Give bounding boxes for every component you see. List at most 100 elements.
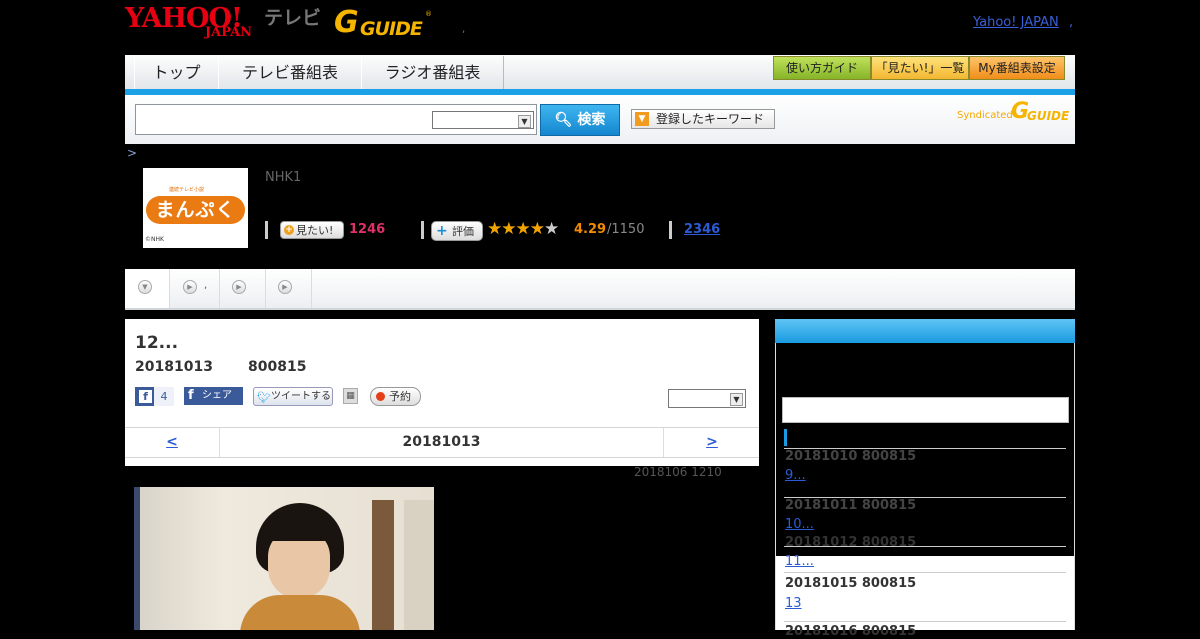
episode-title: 12...	[135, 333, 179, 353]
review-count-link[interactable]: 2346	[684, 222, 720, 237]
tweet-button[interactable]: 🐦︎ ツイートする	[253, 387, 333, 406]
divider	[421, 221, 424, 239]
facebook-icon: f	[139, 390, 152, 403]
thumbnail-title: まんぷく	[146, 196, 245, 224]
thumbnail-subtitle: 連続テレビ小説	[169, 187, 205, 193]
search-button-label: 検索	[577, 112, 606, 128]
play-arrow-icon: ▶	[183, 280, 197, 294]
program-thumbnail[interactable]: 連続テレビ小説 まんぷく ©NHK	[143, 168, 248, 248]
syndicated-label: Syndicated	[957, 110, 1013, 121]
related-item-date: 20181011 800815	[785, 498, 917, 513]
syndicated-guide-logo: GUIDE	[1027, 109, 1070, 123]
related-item-date: 20181010 800815	[785, 449, 917, 464]
search-icon: 🔍︎	[554, 112, 573, 128]
related-panel-header	[775, 319, 1075, 343]
tv-logo-text: テレビ	[264, 7, 322, 29]
divider	[669, 221, 672, 239]
twitter-bird-icon: 🐦︎	[257, 391, 271, 404]
section-marker	[784, 429, 787, 446]
mitai-count: 1246	[349, 222, 386, 237]
like-count: 4	[154, 387, 174, 406]
channel-name: NHK1	[265, 170, 302, 185]
tweet-label: ツイートする	[271, 391, 331, 402]
breadcrumb[interactable]: >	[127, 146, 137, 160]
related-item-link[interactable]: 10...	[785, 517, 814, 532]
gguide-logo[interactable]: G GUIDE ®	[334, 6, 434, 42]
japan-logo-text: JAPAN	[205, 25, 253, 40]
reserve-button[interactable]: 予約	[370, 387, 421, 406]
facebook-icon: f	[188, 388, 194, 403]
nav-tab-tv-guide[interactable]: テレビ番組表	[218, 56, 362, 89]
episode-date: 20181013	[135, 359, 213, 375]
related-item-date: 20181012 800815	[785, 535, 917, 550]
triangle-down-icon: ▼	[635, 112, 649, 126]
related-panel-body: 20181010 800815 9... 20181011 800815 10.…	[775, 343, 1075, 556]
header-separator-2: ,	[1069, 15, 1074, 30]
chevron-down-icon: ▼	[138, 280, 152, 294]
episode-time: 800815	[248, 359, 307, 375]
divider	[265, 221, 268, 239]
search-button[interactable]: 🔍︎ 検索	[540, 104, 620, 136]
nav-tab-radio-guide[interactable]: ラジオ番組表	[361, 56, 504, 89]
related-item-link[interactable]: 11...	[785, 554, 814, 569]
chevron-down-icon: ▼	[730, 393, 743, 406]
episode-panel: 12... 20181013 800815 f 4 f シェア 🐦︎ ツイートす…	[125, 319, 759, 466]
nav-tab-top[interactable]: トップ	[134, 56, 219, 89]
global-nav-bar: トップ テレビ番組表 ラジオ番組表 使い方ガイド 「見たい!」一覧 My番組表設…	[125, 55, 1075, 90]
reserve-label: 予約	[389, 390, 411, 403]
related-item-date: 20181016 800815	[785, 624, 917, 639]
update-timestamp: 2018106 1210	[634, 465, 722, 479]
how-to-guide-button[interactable]: 使い方ガイド	[773, 56, 871, 80]
related-panel-input[interactable]	[782, 397, 1069, 423]
mitai-button[interactable]: + 見たい!	[280, 221, 344, 239]
play-arrow-icon: ▶	[278, 280, 292, 294]
star-rating-icon: ★★★★★	[487, 219, 559, 239]
mitai-list-button[interactable]: 「見たい!」一覧	[871, 56, 969, 80]
registered-mark: ®	[425, 10, 432, 18]
rating-count: /1150	[607, 222, 645, 237]
related-panel-lower: 20181012 800815 11... 20181015 800815 13…	[775, 535, 1075, 639]
scene-photo	[134, 487, 434, 630]
rating-score: 4.29	[574, 222, 607, 237]
program-subtab-bar: ▼ ▶ , ▶ ▶	[125, 269, 1075, 310]
subtab-1[interactable]: ▼	[125, 269, 170, 308]
episode-date-nav: < 20181013 >	[125, 427, 759, 458]
star-empty-icon: ★	[543, 219, 559, 239]
yahoo-japan-link[interactable]: Yahoo! JAPAN	[973, 15, 1059, 31]
subtab-2-label: ,	[204, 280, 208, 291]
subtab-4[interactable]: ▶	[266, 269, 312, 308]
search-category-select[interactable]: ▼	[432, 111, 534, 129]
thumbnail-credit: ©NHK	[145, 236, 164, 243]
calendar-add-icon[interactable]: ▦	[343, 388, 358, 404]
registered-keywords-label: 登録したキーワード	[656, 112, 765, 126]
yahoo-japan-logo[interactable]: YAHOO! JAPAN	[125, 4, 261, 42]
star-filled-icons: ★★★★	[487, 219, 545, 239]
facebook-share-button[interactable]: f シェア	[184, 387, 243, 405]
related-episodes-panel: 20181010 800815 9... 20181011 800815 10.…	[775, 319, 1075, 556]
registered-keywords-button[interactable]: ▼ 登録したキーワード	[631, 109, 775, 129]
gguide-g-icon: G	[334, 5, 359, 40]
facebook-like-button[interactable]: f 4	[135, 387, 174, 406]
plus-icon: +	[284, 225, 294, 235]
search-area: ▼ 🔍︎ 検索 ▼ 登録したキーワード Syndicated G GUIDE	[125, 95, 1075, 144]
subtab-3[interactable]: ▶	[220, 269, 266, 308]
previous-episode-link[interactable]: <	[125, 428, 220, 457]
rate-button-label: 評価	[452, 225, 474, 238]
related-item-link[interactable]: 9...	[785, 468, 806, 483]
episode-action-select[interactable]: ▼	[668, 389, 746, 408]
rate-button[interactable]: + 評価	[431, 221, 483, 241]
current-episode-date: 20181013	[402, 434, 481, 450]
header-separator: ,	[462, 24, 466, 35]
my-guide-settings-button[interactable]: My番組表設定	[969, 56, 1065, 80]
plus-icon: +	[436, 223, 448, 239]
share-label: シェア	[202, 390, 232, 401]
next-episode-link[interactable]: >	[663, 428, 760, 457]
related-item-date: 20181015 800815	[785, 576, 917, 591]
record-dot-icon	[376, 392, 385, 401]
subtab-2[interactable]: ▶ ,	[170, 269, 220, 308]
chevron-down-icon: ▼	[518, 115, 531, 128]
play-arrow-icon: ▶	[232, 280, 246, 294]
mitai-button-label: 見たい!	[296, 224, 334, 237]
related-item-link[interactable]: 13	[785, 596, 802, 611]
gguide-logo-text: GUIDE	[360, 18, 423, 40]
